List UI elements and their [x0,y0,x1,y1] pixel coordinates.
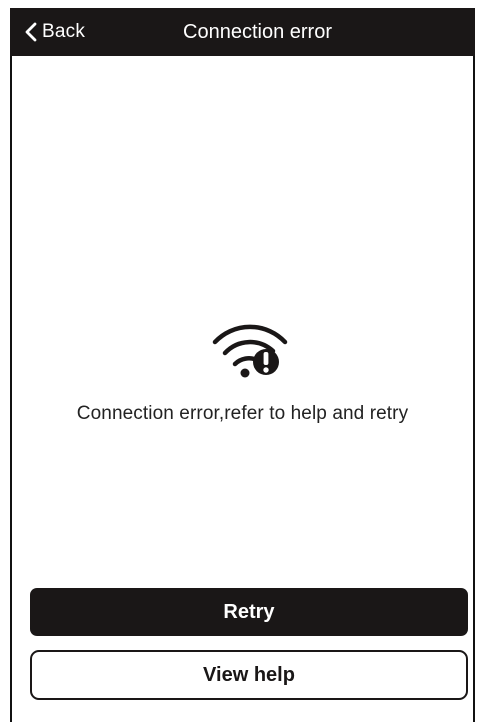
frame-border-left [10,8,12,722]
header-bar: Connection error Back [10,8,475,56]
chevron-left-icon [25,22,37,42]
frame-border-right [473,8,475,722]
error-message: Connection error,refer to help and retry [76,403,409,424]
wifi-error-icon [212,324,288,378]
back-button[interactable]: Back [24,18,85,46]
back-label: Back [42,21,86,42]
retry-button[interactable]: Retry [30,588,468,636]
connection-error-screen: Connection error Back Connection error,r… [0,0,478,722]
view-help-button[interactable]: View help [30,650,468,700]
